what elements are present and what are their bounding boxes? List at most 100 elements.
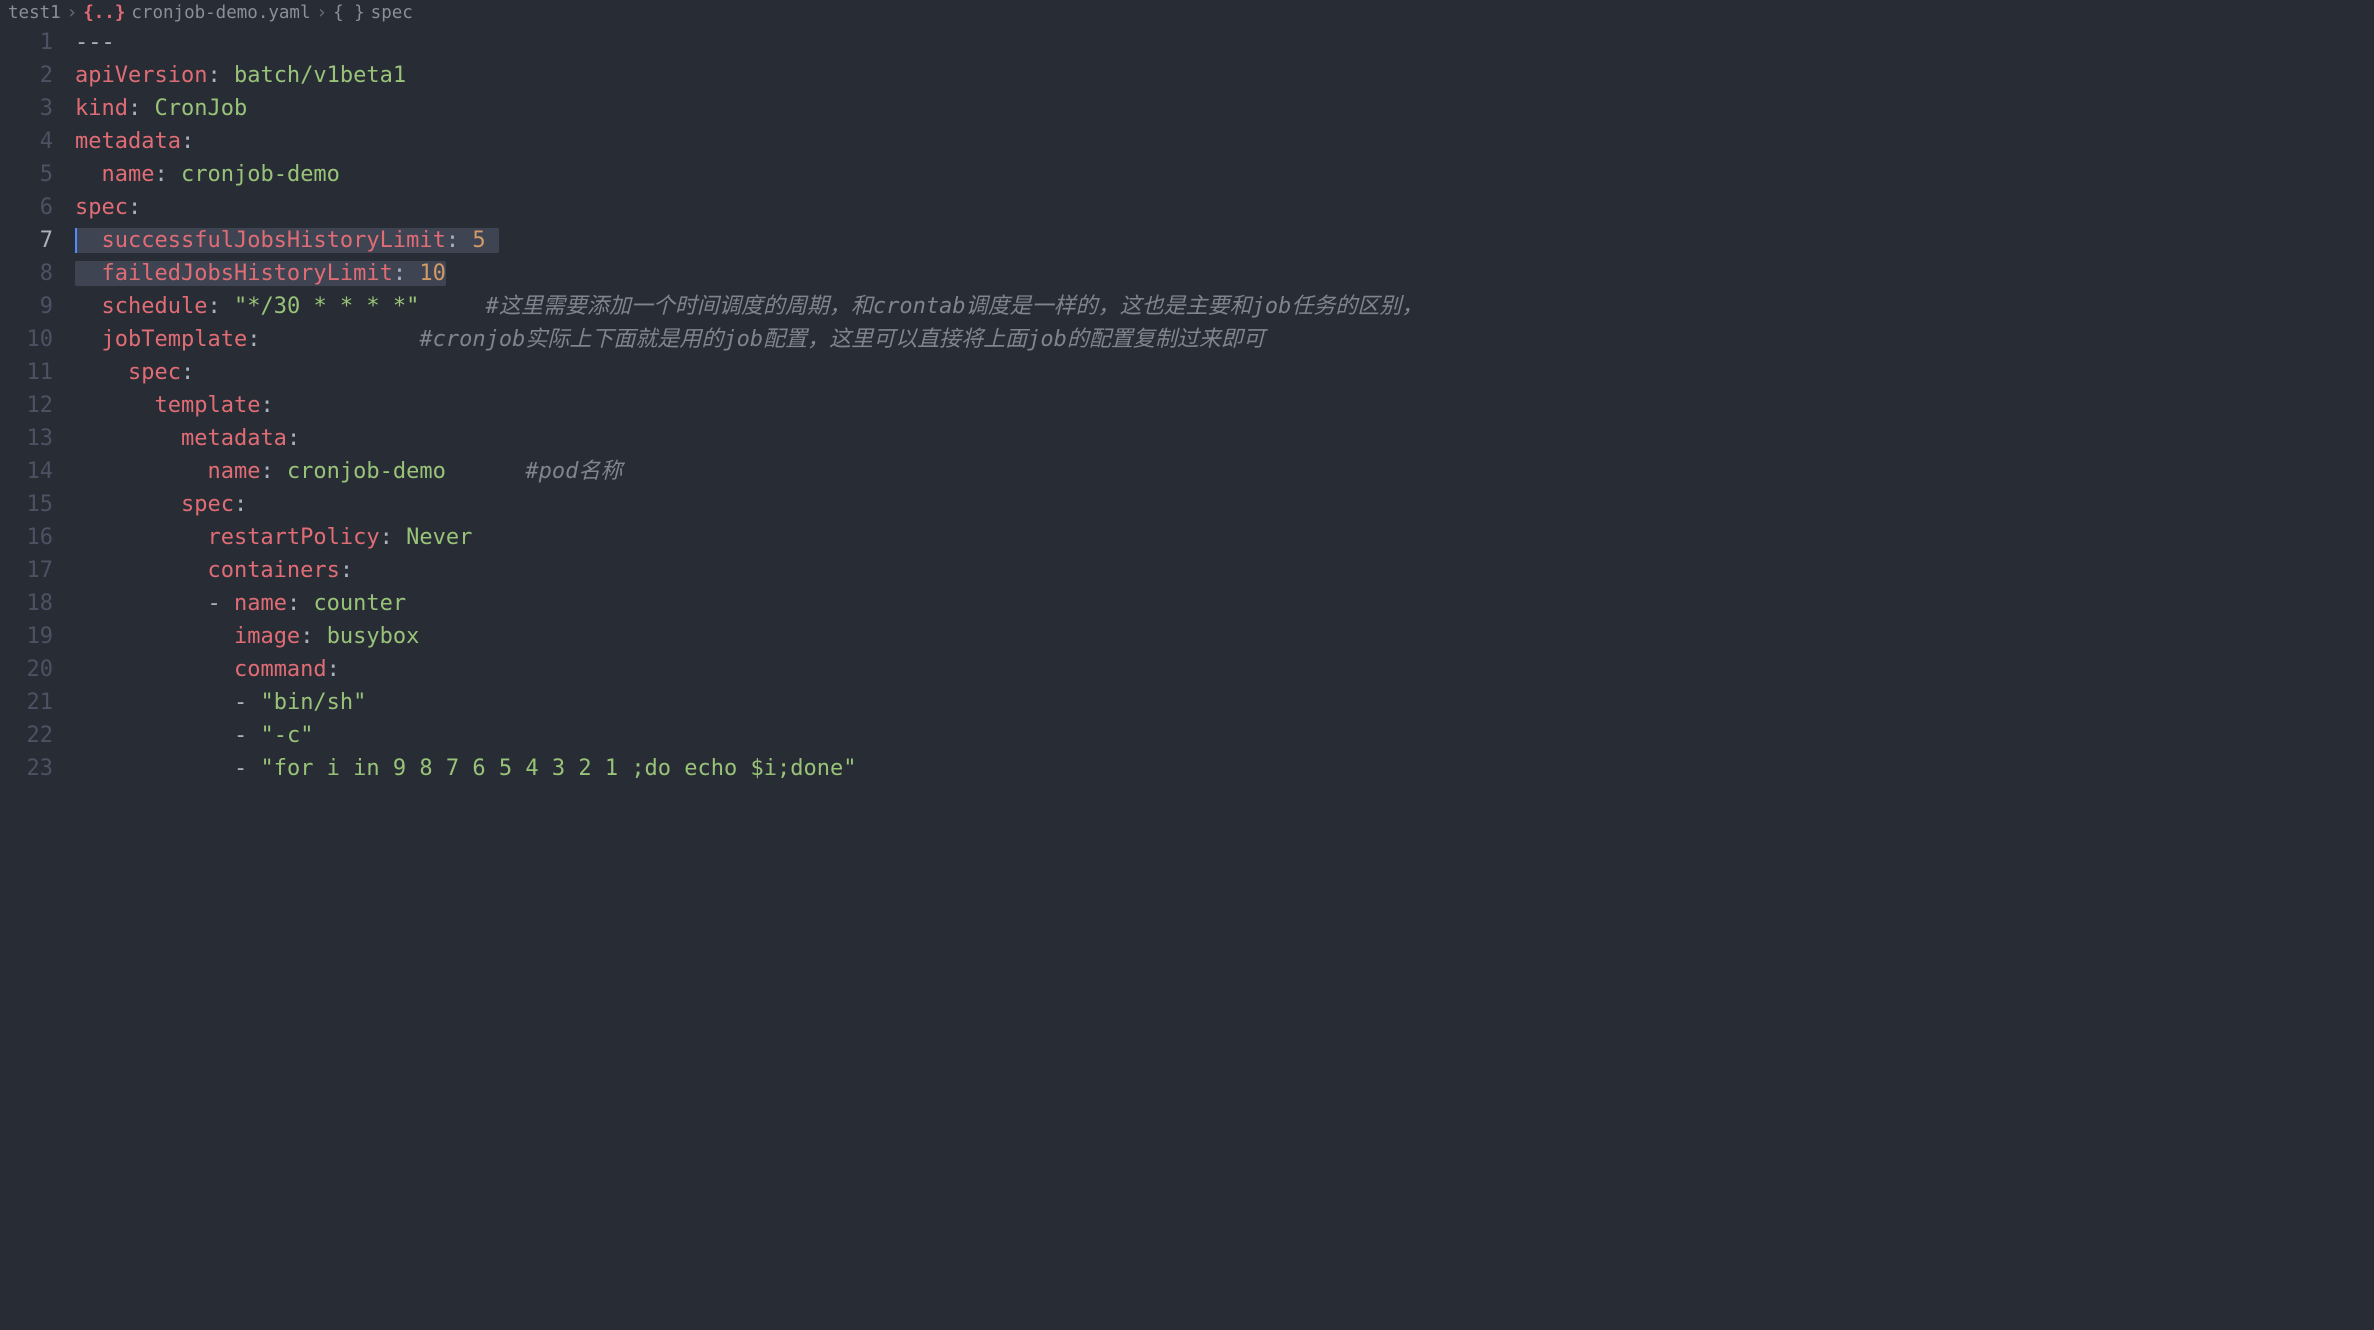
code-line[interactable]: containers:: [75, 554, 2374, 587]
token: spec: [181, 492, 234, 517]
line-number[interactable]: 6: [0, 191, 53, 224]
code-line[interactable]: spec:: [75, 356, 2374, 389]
line-number[interactable]: 2: [0, 59, 53, 92]
line-number[interactable]: 12: [0, 389, 53, 422]
breadcrumb[interactable]: test1 › {..} cronjob-demo.yaml › { } spe…: [0, 0, 2374, 26]
token: :: [260, 459, 273, 484]
code-line[interactable]: successfulJobsHistoryLimit: 5: [75, 224, 2374, 257]
code-line[interactable]: name: cronjob-demo #pod名称: [75, 455, 2374, 488]
code-line[interactable]: ---: [75, 26, 2374, 59]
line-number-gutter[interactable]: 1234567891011121314151617181920212223: [0, 26, 75, 785]
token: [75, 525, 207, 550]
token: [75, 723, 234, 748]
breadcrumb-item-file[interactable]: cronjob-demo.yaml: [131, 3, 310, 23]
token: :: [446, 228, 459, 253]
code-editor[interactable]: 1234567891011121314151617181920212223 --…: [0, 26, 2374, 785]
token: [75, 426, 181, 451]
code-line[interactable]: - "-c": [75, 719, 2374, 752]
token: -: [234, 723, 261, 748]
line-number[interactable]: 20: [0, 653, 53, 686]
token: [75, 558, 207, 583]
token: -: [234, 690, 261, 715]
token: [75, 162, 102, 187]
token: cronjob-demo: [181, 162, 340, 187]
token: "bin/sh": [260, 690, 366, 715]
token: :: [181, 129, 194, 154]
code-line[interactable]: name: cronjob-demo: [75, 158, 2374, 191]
line-number[interactable]: 23: [0, 752, 53, 785]
code-line[interactable]: failedJobsHistoryLimit: 10: [75, 257, 2374, 290]
token: apiVersion: [75, 63, 207, 88]
token: containers: [207, 558, 339, 583]
token: [300, 591, 313, 616]
token: [141, 96, 154, 121]
token: cronjob-demo: [287, 459, 446, 484]
token: :: [128, 96, 141, 121]
line-number[interactable]: 10: [0, 323, 53, 356]
token: [75, 360, 128, 385]
token: [75, 459, 207, 484]
token: jobTemplate: [102, 327, 248, 352]
token: "for i in 9 8 7 6 5 4 3 2 1 ;do echo $i;…: [260, 756, 856, 781]
token: :: [300, 624, 313, 649]
token: [168, 162, 181, 187]
code-line[interactable]: metadata:: [75, 422, 2374, 455]
line-number[interactable]: 5: [0, 158, 53, 191]
breadcrumb-item-symbol[interactable]: spec: [371, 3, 413, 23]
token: :: [327, 657, 340, 682]
line-number[interactable]: 17: [0, 554, 53, 587]
line-number[interactable]: 15: [0, 488, 53, 521]
code-line[interactable]: - name: counter: [75, 587, 2374, 620]
code-line[interactable]: schedule: "*/30 * * * *" #这里需要添加一个时间调度的周…: [75, 290, 2374, 323]
line-number[interactable]: 14: [0, 455, 53, 488]
line-number[interactable]: 19: [0, 620, 53, 653]
code-line[interactable]: template:: [75, 389, 2374, 422]
line-number[interactable]: 22: [0, 719, 53, 752]
token: :: [207, 294, 220, 319]
line-number[interactable]: 3: [0, 92, 53, 125]
code-area[interactable]: ---apiVersion: batch/v1beta1kind: CronJo…: [75, 26, 2374, 785]
code-line[interactable]: spec:: [75, 488, 2374, 521]
code-line[interactable]: spec:: [75, 191, 2374, 224]
token: kind: [75, 96, 128, 121]
line-number[interactable]: 1: [0, 26, 53, 59]
line-number[interactable]: 7: [0, 224, 53, 257]
token: :: [287, 426, 300, 451]
token: [446, 459, 525, 484]
code-line[interactable]: jobTemplate: #cronjob实际上下面就是用的job配置，这里可以…: [75, 323, 2374, 356]
line-number[interactable]: 13: [0, 422, 53, 455]
braces-icon: { }: [333, 3, 365, 23]
token: name: [207, 459, 260, 484]
line-number[interactable]: 8: [0, 257, 53, 290]
code-line[interactable]: command:: [75, 653, 2374, 686]
line-number[interactable]: 16: [0, 521, 53, 554]
code-line[interactable]: apiVersion: batch/v1beta1: [75, 59, 2374, 92]
code-line[interactable]: kind: CronJob: [75, 92, 2374, 125]
breadcrumb-item-folder[interactable]: test1: [8, 3, 61, 23]
code-line[interactable]: metadata:: [75, 125, 2374, 158]
token: metadata: [75, 129, 181, 154]
code-line[interactable]: image: busybox: [75, 620, 2374, 653]
token: 10: [419, 261, 446, 286]
token: :: [181, 360, 194, 385]
token: #cronjob实际上下面就是用的job配置，这里可以直接将上面job的配置复制…: [419, 327, 1264, 352]
selection: failedJobsHistoryLimit: 10: [75, 261, 446, 286]
line-number[interactable]: 11: [0, 356, 53, 389]
line-number[interactable]: 18: [0, 587, 53, 620]
code-line[interactable]: restartPolicy: Never: [75, 521, 2374, 554]
line-number[interactable]: 9: [0, 290, 53, 323]
code-line[interactable]: - "bin/sh": [75, 686, 2374, 719]
token: [75, 657, 234, 682]
line-number[interactable]: 4: [0, 125, 53, 158]
code-line[interactable]: - "for i in 9 8 7 6 5 4 3 2 1 ;do echo $…: [75, 752, 2374, 785]
token: counter: [313, 591, 406, 616]
token: [486, 228, 499, 253]
token: -: [207, 591, 234, 616]
token: #这里需要添加一个时间调度的周期，和crontab调度是一样的，这也是主要和jo…: [486, 294, 1424, 319]
line-number[interactable]: 21: [0, 686, 53, 719]
token: spec: [75, 195, 128, 220]
token: [260, 327, 419, 352]
token: [75, 690, 234, 715]
token: Never: [406, 525, 472, 550]
token: :: [234, 492, 247, 517]
